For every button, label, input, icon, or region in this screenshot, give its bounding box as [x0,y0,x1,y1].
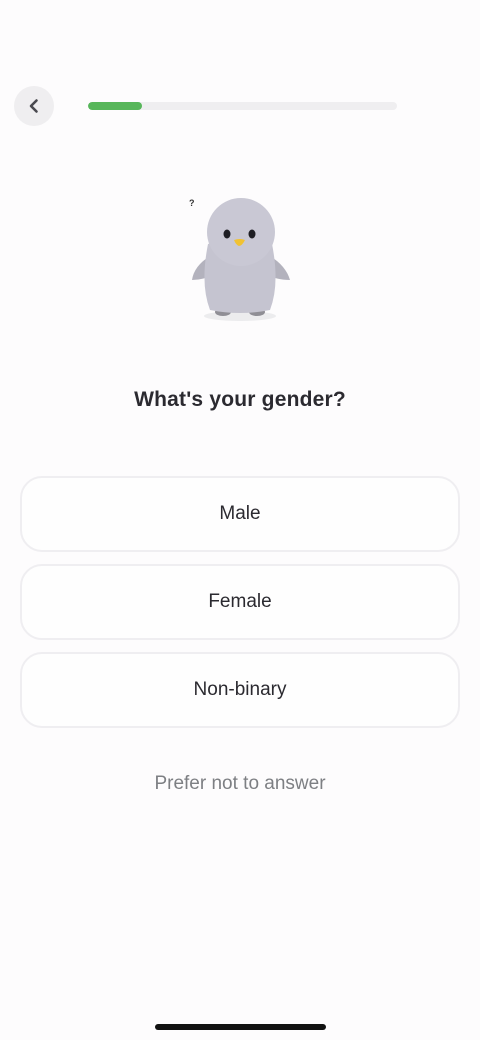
question-mark: ? [189,198,195,208]
home-indicator [155,1024,326,1030]
progress-bar [88,102,397,110]
option-male[interactable]: Male [20,476,460,552]
penguin-icon: ? [189,198,290,321]
chevron-left-icon [25,97,43,115]
penguin-mascot: ? [180,194,304,326]
option-non-binary[interactable]: Non-binary [20,652,460,728]
back-button[interactable] [14,86,54,126]
option-label: Male [219,503,261,524]
option-female[interactable]: Female [20,564,460,640]
option-label: Female [208,591,272,612]
progress-fill [88,102,143,110]
option-label: Non-binary [193,679,287,700]
question-title: What's your gender? [134,388,346,411]
prefer-not-to-answer-link[interactable]: Prefer not to answer [0,773,480,795]
onboarding-screen: ? What's your gender? Male Female Non-bi… [0,0,480,1040]
